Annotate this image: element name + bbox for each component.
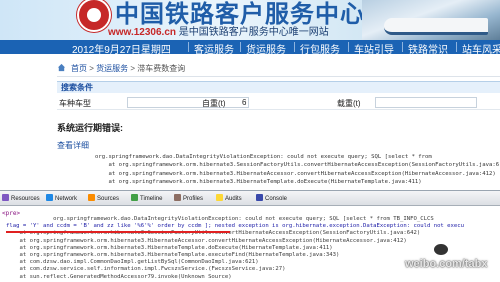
breadcrumb-freight[interactable]: 货运服务: [96, 64, 128, 73]
search-form: 车种车型 自重(t) 6 载重(t): [57, 95, 500, 110]
watermark: weibo.com/tabx: [405, 258, 488, 270]
sql-query-line: flag = 'Y' and ccdm = 'B' and zz like '%…: [6, 223, 465, 230]
page-stack-trace: org.springframework.dao.DataIntegrityVio…: [95, 153, 499, 186]
load-weight-input[interactable]: [375, 97, 477, 108]
breadcrumb-current: 滞车费数查询: [137, 64, 186, 73]
tab-audits-label: Audits: [225, 196, 242, 202]
tab-profiles[interactable]: Profiles: [174, 194, 203, 202]
site-tagline: 是中国铁路客户服务中心唯一网站: [178, 27, 329, 38]
profiles-icon: [174, 194, 181, 201]
tab-sources-label: Sources: [97, 196, 120, 202]
tab-timeline[interactable]: Timeline: [131, 194, 162, 202]
nav-item-railway-knowledge[interactable]: 铁路常识: [408, 41, 448, 56]
site-banner: 中国铁路客户服务中心 www.12306.cn 是中国铁路客户服务中心唯一网站: [0, 0, 500, 40]
trace-line: at sun.reflect.GeneratedMethodAccessor79…: [6, 273, 232, 280]
railway-logo-icon: [77, 0, 111, 32]
error-heading: 系统运行期错误:: [57, 123, 123, 133]
trace-line: org.springframework.dao.DataIntegrityVio…: [95, 154, 432, 160]
trace-line: at org.springframework.orm.hibernate3.Hi…: [95, 178, 422, 185]
nav-divider: [240, 42, 241, 52]
tab-profiles-label: Profiles: [183, 196, 204, 202]
nav-item-luggage[interactable]: 行包服务: [300, 41, 340, 56]
trace-line: at org.springframework.orm.hibernate3.Hi…: [6, 237, 407, 244]
search-panel-title: 搜索条件: [57, 81, 500, 93]
nav-item-station-guide[interactable]: 车站引导: [354, 41, 394, 56]
tab-resources[interactable]: Resources: [2, 194, 40, 202]
tab-network-label: Network: [55, 196, 78, 202]
site-url: www.12306.cn 是中国铁路客户服务中心唯一网站: [108, 23, 329, 38]
nav-divider: [294, 42, 295, 52]
devtools-stack-trace: org.springframework.dao.DataIntegrityVio…: [6, 216, 464, 281]
main-nav: 2012年9月27日星期四 客运服务 货运服务 行包服务 车站引导 铁路常识 站…: [0, 40, 500, 56]
red-underline-annotation: [6, 231, 230, 233]
car-type-label: 车种车型: [59, 99, 91, 108]
load-weight-label: 载重(t): [337, 99, 361, 108]
breadcrumb-home[interactable]: 首页: [71, 64, 87, 73]
weibo-icon: [433, 243, 449, 256]
tab-timeline-label: Timeline: [140, 196, 163, 202]
nav-divider: [188, 42, 189, 52]
nav-item-station-gallery[interactable]: 站车风采: [462, 41, 500, 56]
home-icon[interactable]: [57, 63, 66, 72]
network-icon: [46, 194, 53, 201]
banner-train-image: [362, 0, 500, 40]
nav-divider: [456, 42, 457, 52]
view-details-link[interactable]: 查看详细: [57, 140, 89, 151]
breadcrumb-path: 首页 > 货运服务 > 滞车费数查询: [71, 64, 186, 73]
tab-resources-label: Resources: [11, 196, 40, 202]
timeline-icon: [131, 194, 138, 201]
train-icon: [384, 18, 488, 35]
devtools-toolbar: Resources Network Sources Timeline Profi…: [0, 191, 500, 206]
trace-line: at org.springframework.orm.hibernate3.Hi…: [6, 252, 340, 259]
sources-icon: [88, 194, 95, 201]
trace-line: at com.dzsw.service.self.information.imp…: [6, 266, 286, 273]
console-icon: [256, 194, 263, 201]
trace-line: at org.springframework.orm.hibernate3.Se…: [95, 162, 500, 169]
trace-line: at org.springframework.orm.hibernate3.Hi…: [6, 244, 333, 251]
trace-line: at com.dzsw.dao.impl.CommonDaoImpl.getLi…: [6, 259, 259, 266]
nav-item-passenger[interactable]: 客运服务: [194, 41, 234, 56]
resources-icon: [2, 194, 9, 201]
tab-console-label: Console: [265, 196, 288, 202]
nav-divider: [348, 42, 349, 52]
trace-line: at org.springframework.orm.hibernate3.Hi…: [95, 170, 496, 177]
tab-sources[interactable]: Sources: [88, 194, 119, 202]
tare-weight-value: 6: [242, 98, 247, 107]
nav-item-freight[interactable]: 货运服务: [246, 41, 286, 56]
site-url-domain: www.12306.cn: [108, 27, 176, 38]
breadcrumb: 首页 > 货运服务 > 滞车费数查询: [57, 62, 500, 77]
nav-divider: [402, 42, 403, 52]
audits-icon: [216, 194, 223, 201]
trace-line: org.springframework.dao.DataIntegrityVio…: [6, 216, 434, 222]
tab-console[interactable]: Console: [256, 194, 287, 202]
tab-network[interactable]: Network: [46, 194, 77, 202]
car-type-input[interactable]: [127, 97, 249, 108]
tab-audits[interactable]: Audits: [216, 194, 242, 202]
nav-date: 2012年9月27日星期四: [72, 45, 171, 56]
tare-weight-label: 自重(t): [202, 99, 226, 108]
